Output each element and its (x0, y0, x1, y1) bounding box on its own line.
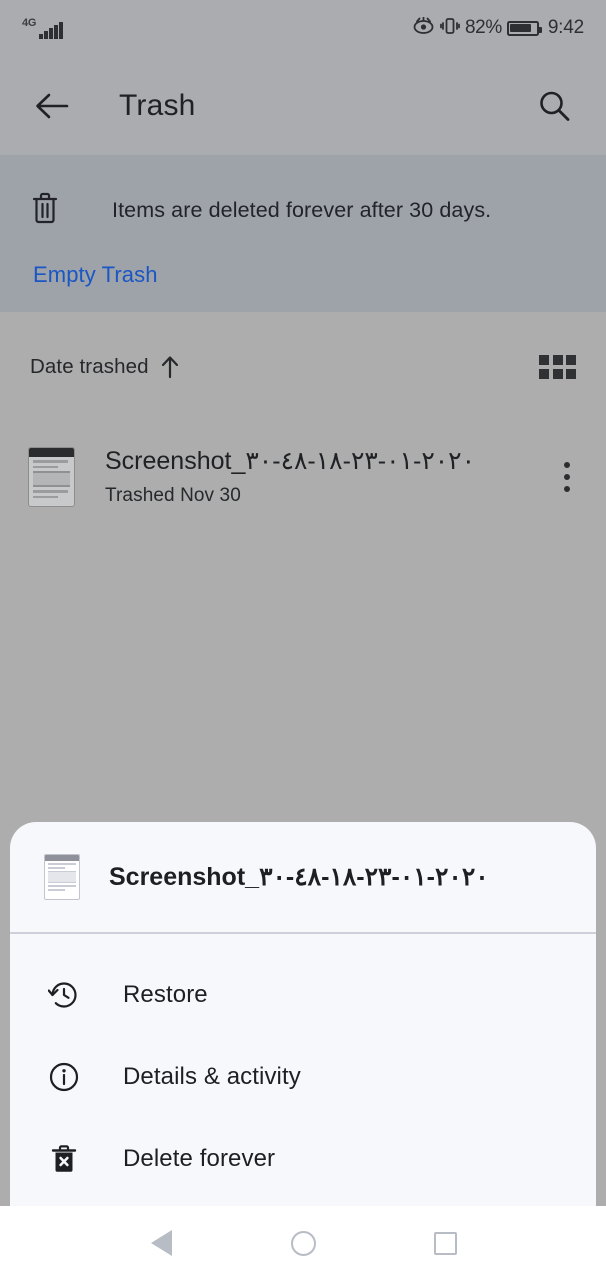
screenshot-thumbnail (44, 854, 80, 900)
banner-message: Items are deleted forever after 30 days. (112, 198, 492, 222)
list-item[interactable]: Screenshot_٢٠٢٠-٠١-٢٣-١٨-٤٨-٣٠ Trashed N… (0, 426, 606, 528)
status-signal-group: 4G (22, 16, 63, 39)
nav-recents-icon[interactable] (417, 1215, 473, 1271)
battery-percent-label: 82% (464, 17, 502, 38)
empty-trash-button[interactable]: Empty Trash (33, 262, 158, 288)
signal-bars-icon (39, 21, 63, 39)
nav-back-icon[interactable] (133, 1215, 189, 1271)
trash-info-banner: Items are deleted forever after 30 days.… (0, 155, 606, 312)
bottom-sheet-header: Screenshot_٢٠٢٠-٠١-٢٣-١٨-٤٨-٣٠ (10, 822, 596, 932)
app-bar: Trash (0, 56, 606, 155)
list-item-text: Screenshot_٢٠٢٠-٠١-٢٣-١٨-٤٨-٣٠ Trashed N… (105, 447, 552, 507)
menu-item-label: Restore (123, 980, 208, 1008)
trash-icon (30, 191, 60, 230)
sort-label[interactable]: Date trashed (30, 355, 149, 379)
menu-item-details-activity[interactable]: Details & activity (10, 1036, 596, 1118)
vibrate-icon (440, 17, 460, 40)
menu-item-delete-forever[interactable]: Delete forever (10, 1118, 596, 1200)
screenshot-thumbnail (28, 447, 75, 507)
bottom-sheet: Screenshot_٢٠٢٠-٠١-٢٣-١٨-٤٨-٣٠ Restore D… (10, 822, 596, 1206)
phone-screen: 4G 82% 9:42 Trash Items are deleted fore… (0, 0, 606, 1280)
grid-view-icon[interactable] (539, 355, 576, 379)
eye-comfort-icon (412, 16, 435, 39)
status-right-group: 82% 9:42 (412, 16, 584, 40)
restore-history-icon (44, 979, 84, 1011)
bottom-sheet-file-name: Screenshot_٢٠٢٠-٠١-٢٣-١٨-٤٨-٣٠ (109, 863, 489, 891)
info-circle-icon (44, 1061, 84, 1093)
android-nav-bar (0, 1206, 606, 1280)
menu-item-label: Delete forever (123, 1144, 276, 1172)
battery-icon (506, 20, 542, 36)
arrow-up-icon[interactable] (160, 355, 180, 379)
banner-message-row: Items are deleted forever after 30 days. (30, 191, 576, 230)
back-arrow-icon[interactable] (30, 84, 74, 128)
sort-row: Date trashed (0, 312, 606, 422)
delete-forever-icon (44, 1143, 84, 1175)
file-name: Screenshot_٢٠٢٠-٠١-٢٣-١٨-٤٨-٣٠ (105, 447, 476, 476)
file-subtitle: Trashed Nov 30 (105, 484, 241, 506)
clock-label: 9:42 (547, 17, 584, 38)
menu-item-label: Details & activity (123, 1062, 301, 1090)
bottom-sheet-menu: Restore Details & activity Delete foreve… (10, 934, 596, 1200)
network-type-label: 4G (22, 16, 37, 29)
nav-home-icon[interactable] (275, 1215, 331, 1271)
search-icon[interactable] (532, 84, 576, 128)
more-vertical-icon[interactable] (552, 452, 582, 502)
status-bar: 4G 82% 9:42 (0, 0, 606, 56)
menu-item-restore[interactable]: Restore (10, 954, 596, 1036)
page-title: Trash (119, 88, 196, 122)
